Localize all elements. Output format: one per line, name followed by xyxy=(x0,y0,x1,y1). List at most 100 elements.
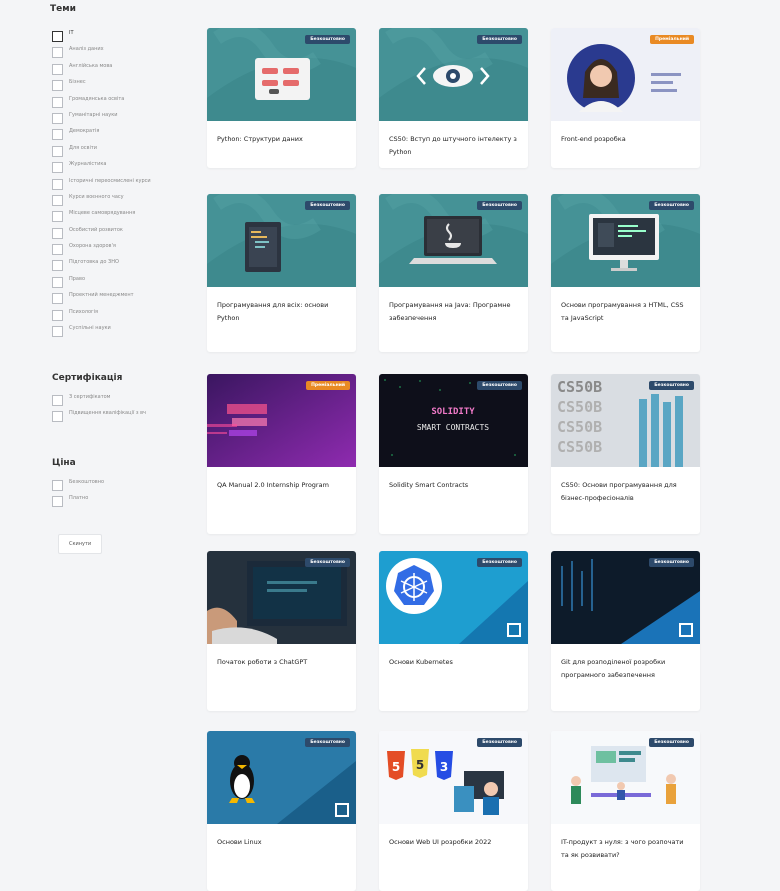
checkbox[interactable] xyxy=(52,496,63,508)
filter-option[interactable]: Особистий розвиток xyxy=(52,227,151,243)
course-title[interactable]: IT-продукт з нуля: з чого розпочати та я… xyxy=(551,824,700,870)
checkbox[interactable] xyxy=(52,211,63,223)
filter-option[interactable]: Підготовка до ЗНО xyxy=(52,259,151,275)
filter-option[interactable]: Демократія xyxy=(52,128,151,144)
checkbox[interactable] xyxy=(52,31,63,42)
course-title[interactable]: Front-end розробка xyxy=(551,121,700,154)
filter-option[interactable]: Підвищення кваліфікації з вч xyxy=(52,410,146,432)
course-card[interactable]: Безкоштовно Python: Структури даних xyxy=(207,28,356,168)
filter-option[interactable]: Курси воєнного часу xyxy=(52,194,151,210)
checkbox[interactable] xyxy=(52,411,63,423)
course-card[interactable]: Преміальний QA Manual 2.0 Internship Prog… xyxy=(207,374,356,534)
checkbox[interactable] xyxy=(52,276,63,288)
course-title[interactable]: Основи програмування з HTML, CSS та Java… xyxy=(551,287,700,333)
filter-option[interactable]: Безкоштовно xyxy=(52,479,104,495)
course-card[interactable]: Безкоштовно Основи Kubernetes xyxy=(379,551,528,711)
checkbox[interactable] xyxy=(52,480,63,491)
course-card[interactable]: Преміальний Front-end розробка xyxy=(551,28,700,168)
filter-option-label: Місцеве самоврядування xyxy=(69,210,136,217)
solidity-banner[interactable]: SOLIDITY SMART CONTRACTS Безкоштовно xyxy=(379,374,528,467)
filter-option[interactable]: Суспільні науки xyxy=(52,325,151,341)
checkbox[interactable] xyxy=(52,145,63,157)
eye-icon[interactable]: Безкоштовно xyxy=(379,28,528,121)
filter-option[interactable]: Проектний менеджмент xyxy=(52,292,151,308)
course-card[interactable]: 5 5 3 Безкоштовно Основи Web UI розробки … xyxy=(379,731,528,891)
checkbox[interactable] xyxy=(52,244,63,256)
course-title[interactable]: Початок роботи з ChatGPT xyxy=(207,644,356,677)
filter-option-label: Громадянська освіта xyxy=(69,95,125,102)
solidity-banner-line1: SOLIDITY xyxy=(431,407,475,417)
filter-option[interactable]: IT xyxy=(52,30,151,46)
checkbox[interactable] xyxy=(52,395,63,406)
checkbox[interactable] xyxy=(52,80,63,92)
course-title[interactable]: CS50: Основи програмування для бізнес-пр… xyxy=(551,467,700,513)
checkbox[interactable] xyxy=(52,47,63,59)
checkbox[interactable] xyxy=(52,96,63,108)
filter-option[interactable]: Бізнес xyxy=(52,79,151,95)
course-title[interactable]: Основи Kubernetes xyxy=(379,644,528,677)
java-laptop-icon[interactable]: Безкоштовно xyxy=(379,194,528,287)
course-title[interactable]: Програмування для всіх: основи Python xyxy=(207,287,356,333)
course-card[interactable]: Безкоштовно Програмування на Java: Програ… xyxy=(379,194,528,352)
filter-option[interactable]: Для освіти xyxy=(52,145,151,161)
qa-neon[interactable]: Преміальний xyxy=(207,374,356,467)
instructor-portrait[interactable]: Преміальний xyxy=(551,28,700,121)
filter-option[interactable]: Гуманітарні науки xyxy=(52,112,151,128)
laptop-photo[interactable]: Безкоштовно xyxy=(207,551,356,644)
filter-option[interactable]: Історичні переосмислені курси xyxy=(52,178,151,194)
course-card[interactable]: Безкоштовно Початок роботи з ChatGPT xyxy=(207,551,356,711)
filter-option[interactable]: Охорона здоров'я xyxy=(52,243,151,259)
course-title[interactable]: Python: Структури даних xyxy=(207,121,356,154)
filter-option[interactable]: Громадянська освіта xyxy=(52,96,151,112)
course-title[interactable]: Git для розподіленої розробки програмног… xyxy=(551,644,700,690)
team-illustration[interactable]: Безкоштовно xyxy=(551,731,700,824)
course-title[interactable]: Програмування на Java: Програмне забезпе… xyxy=(379,287,528,333)
course-card[interactable]: Безкоштовно CS50: Вступ до штучного інтел… xyxy=(379,28,528,168)
checkbox[interactable] xyxy=(52,260,63,272)
checkbox[interactable] xyxy=(52,129,63,141)
checkbox[interactable] xyxy=(52,194,63,206)
course-title[interactable]: QA Manual 2.0 Internship Program xyxy=(207,467,356,500)
code-tablet-icon[interactable]: Безкоштовно xyxy=(207,194,356,287)
course-title[interactable]: Основи Web UI розробки 2022 xyxy=(379,824,528,857)
kubernetes-icon[interactable]: Безкоштовно xyxy=(379,551,528,644)
checkbox[interactable] xyxy=(52,178,63,190)
server-photo[interactable]: Безкоштовно xyxy=(551,551,700,644)
checkbox[interactable] xyxy=(52,309,63,321)
course-card[interactable]: Безкоштовно Основи Linux xyxy=(207,731,356,891)
reset-filters-button[interactable]: Скинути xyxy=(58,534,103,554)
monitor-icon[interactable]: Безкоштовно xyxy=(551,194,700,287)
filter-option[interactable]: Англійська мова xyxy=(52,63,151,79)
checkbox[interactable] xyxy=(52,227,63,239)
filter-option-label: Психологія xyxy=(69,308,99,315)
price-filter-list: Безкоштовно Платно xyxy=(52,479,104,512)
filter-option[interactable]: Психологія xyxy=(52,309,151,325)
linux-penguin-icon[interactable]: Безкоштовно xyxy=(207,731,356,824)
cs50b-banner[interactable]: CS50B CS50B CS50B CS50B Безкоштовно xyxy=(551,374,700,467)
price-badge: Безкоштовно xyxy=(649,558,694,567)
course-card[interactable]: Безкоштовно Основи програмування з HTML, … xyxy=(551,194,700,352)
course-card[interactable]: CS50B CS50B CS50B CS50B Безкоштовно CS50: Осн… xyxy=(551,374,700,534)
course-card[interactable]: Безкоштовно Програмування для всіх: основ… xyxy=(207,194,356,352)
course-title[interactable]: Solidity Smart Contracts xyxy=(379,467,528,500)
filter-option[interactable]: З сертифікатом xyxy=(52,394,146,410)
checkbox[interactable] xyxy=(52,112,63,124)
checkbox[interactable] xyxy=(52,63,63,75)
checkbox[interactable] xyxy=(52,162,63,174)
filter-option[interactable]: Платно xyxy=(52,495,104,511)
filter-option[interactable]: Журналістика xyxy=(52,161,151,177)
python-structures-icon[interactable]: Безкоштовно xyxy=(207,28,356,121)
price-badge: Безкоштовно xyxy=(649,738,694,747)
filter-option-label: Англійська мова xyxy=(69,62,113,69)
course-card[interactable]: Безкоштовно IT-продукт з нуля: з чого роз… xyxy=(551,731,700,891)
course-title[interactable]: CS50: Вступ до штучного інтелекту з Pyth… xyxy=(379,121,528,167)
filter-option[interactable]: Аналіз даних xyxy=(52,46,151,62)
course-card[interactable]: Безкоштовно Git для розподіленої розробки… xyxy=(551,551,700,711)
html-css-js-icons[interactable]: 5 5 3 Безкоштовно xyxy=(379,731,528,824)
filter-option[interactable]: Право xyxy=(52,276,151,292)
checkbox[interactable] xyxy=(52,293,63,305)
filter-option[interactable]: Місцеве самоврядування xyxy=(52,210,151,226)
course-title[interactable]: Основи Linux xyxy=(207,824,356,857)
course-card[interactable]: SOLIDITY SMART CONTRACTS Безкоштовно Solid… xyxy=(379,374,528,534)
checkbox[interactable] xyxy=(52,326,63,338)
